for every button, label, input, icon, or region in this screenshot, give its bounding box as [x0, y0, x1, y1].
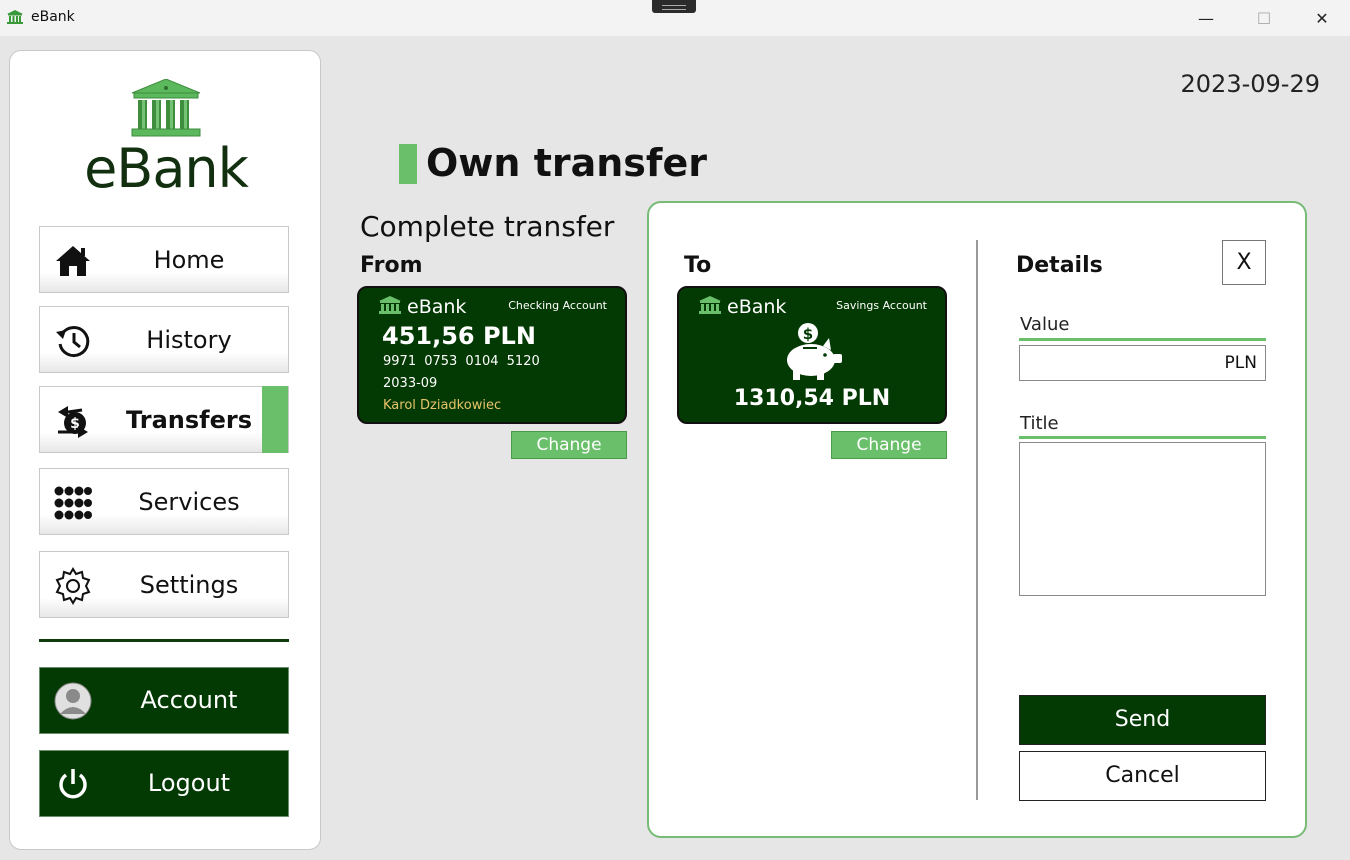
sidebar-item-label: History [146, 325, 232, 354]
title-textarea[interactable] [1019, 442, 1266, 596]
minimize-button[interactable]: — [1177, 0, 1235, 36]
sidebar: eBank Home History $ Transfers Services … [9, 50, 321, 850]
maximize-button[interactable]: ☐ [1235, 0, 1293, 36]
sidebar-item-label: Settings [139, 570, 239, 599]
change-to-account-button[interactable]: Change [831, 431, 947, 459]
card-balance: 1310,54 PLN [733, 386, 891, 411]
services-grid-icon [54, 486, 92, 520]
to-label: To [684, 253, 712, 278]
section-subtitle: Complete transfer [360, 210, 615, 243]
sidebar-item-services[interactable]: Services [39, 468, 289, 535]
sidebar-item-label: Transfers [126, 405, 252, 434]
sidebar-item-history[interactable]: History [39, 306, 289, 373]
bank-app-icon [7, 10, 23, 24]
heading-accent-bar [399, 144, 417, 184]
piggy-bank-icon: $ [787, 323, 842, 380]
brand-logo-text: eBank [84, 137, 249, 200]
gear-icon [55, 567, 91, 605]
card-expiry: 2033-09 [383, 376, 438, 391]
power-icon [59, 769, 87, 799]
sidebar-item-settings[interactable]: Settings [39, 551, 289, 618]
card-number: 9971 0753 0104 5120 [383, 354, 540, 369]
details-heading: Details [1016, 253, 1103, 278]
card-brand: eBank [407, 296, 467, 318]
cancel-button[interactable]: Cancel [1019, 751, 1266, 801]
logout-button[interactable]: Logout [39, 750, 289, 817]
current-date: 2023-09-29 [1180, 70, 1320, 98]
card-brand: eBank [727, 296, 787, 318]
svg-text:$: $ [803, 325, 813, 343]
value-label: Value [1020, 314, 1070, 335]
user-avatar-icon [54, 682, 92, 720]
value-input[interactable]: PLN [1019, 345, 1266, 381]
sidebar-item-label: Services [138, 487, 240, 516]
sidebar-divider [39, 639, 289, 642]
card-account-type: Checking Account [508, 299, 607, 312]
window-title: eBank [31, 9, 75, 25]
sidebar-item-home[interactable]: Home [39, 226, 289, 293]
card-account-type: Savings Account [836, 299, 927, 312]
logout-label: Logout [147, 769, 231, 797]
window-titlebar: eBank — ☐ ✕ [0, 0, 1350, 36]
account-label: Account [140, 686, 238, 714]
title-underline [1019, 436, 1266, 439]
currency-suffix: PLN [1224, 353, 1257, 373]
active-indicator [262, 386, 288, 453]
send-button[interactable]: Send [1019, 695, 1266, 745]
value-underline [1019, 338, 1266, 341]
transfers-icon: $ [58, 406, 88, 438]
sidebar-item-label: Home [153, 245, 225, 274]
sidebar-item-transfers[interactable]: $ Transfers [39, 386, 289, 453]
change-from-account-button[interactable]: Change [511, 431, 627, 459]
panel-divider [976, 240, 978, 800]
bank-icon [379, 296, 401, 314]
title-label: Title [1020, 413, 1059, 434]
to-account-card: eBank Savings Account $ 1310,54 PLN [677, 286, 947, 424]
close-window-button[interactable]: ✕ [1293, 0, 1350, 36]
home-icon [56, 246, 90, 276]
close-panel-button[interactable]: X [1222, 240, 1266, 285]
bank-logo-icon [131, 79, 201, 137]
page-title: Own transfer [426, 141, 707, 185]
from-account-card: eBank Checking Account 451,56 PLN 9971 0… [357, 286, 627, 424]
from-label: From [360, 253, 423, 278]
history-icon [56, 326, 90, 358]
card-balance: 451,56 PLN [382, 322, 536, 350]
account-button[interactable]: Account [39, 667, 289, 734]
card-owner: Karol Dziadkowiec [383, 398, 502, 413]
window-drag-handle[interactable] [652, 0, 696, 13]
bank-icon [699, 296, 721, 314]
